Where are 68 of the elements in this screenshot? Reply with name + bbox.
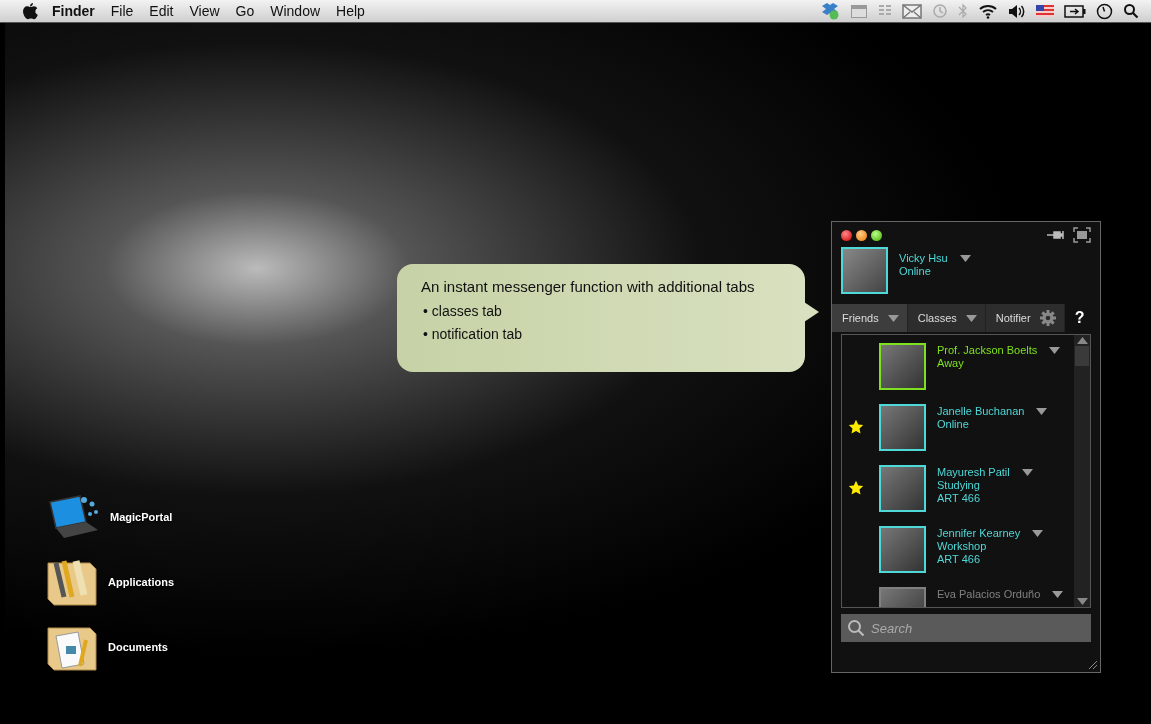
menu-item[interactable]: Edit bbox=[141, 3, 182, 19]
contact-status: Away bbox=[937, 357, 965, 370]
contact-status: Online bbox=[937, 418, 970, 431]
contact-course: ART 466 bbox=[937, 553, 981, 566]
wifi-icon[interactable] bbox=[978, 3, 998, 19]
search-field[interactable]: Search bbox=[841, 614, 1091, 642]
search-icon bbox=[847, 619, 865, 637]
resize-grip-icon[interactable] bbox=[1088, 660, 1098, 670]
flag-icon[interactable] bbox=[1036, 5, 1054, 17]
contact-name[interactable]: Eva Palacios Orduño bbox=[937, 588, 1041, 601]
desktop-icon-label[interactable]: Applications bbox=[108, 576, 174, 588]
caret-icon[interactable] bbox=[1052, 591, 1064, 598]
laptop-globe-icon[interactable] bbox=[46, 494, 100, 540]
caret-icon[interactable] bbox=[1049, 347, 1061, 354]
tab[interactable]: Friends bbox=[832, 304, 908, 332]
tab[interactable]: Classes bbox=[907, 304, 986, 332]
battery-icon[interactable] bbox=[1064, 4, 1086, 18]
caret-icon[interactable] bbox=[1036, 408, 1048, 415]
menu-item[interactable]: Go bbox=[227, 3, 263, 19]
contact-name[interactable]: Mayuresh Patil bbox=[937, 466, 1010, 479]
scroll-down-icon[interactable] bbox=[1076, 598, 1088, 605]
menu-item[interactable]: Window bbox=[262, 3, 329, 19]
user-avatar-photo[interactable] bbox=[841, 247, 888, 294]
contact-name[interactable]: Prof. Jackson Boelts bbox=[937, 344, 1038, 357]
menu-item[interactable]: View bbox=[181, 3, 228, 19]
volume-icon[interactable] bbox=[1008, 3, 1026, 19]
close-button[interactable] bbox=[841, 229, 852, 241]
user-status: Online bbox=[899, 265, 931, 277]
callout-bullet: • notification tab bbox=[423, 326, 524, 342]
menu-item[interactable]: File bbox=[102, 3, 142, 19]
clock-icon[interactable] bbox=[1096, 2, 1113, 20]
caret-icon[interactable] bbox=[1021, 469, 1033, 476]
avatar-photo[interactable] bbox=[879, 343, 926, 390]
caret-icon[interactable] bbox=[959, 255, 971, 262]
menu-item[interactable]: Help bbox=[328, 3, 373, 19]
avatar-photo[interactable] bbox=[879, 526, 926, 573]
apple-logo-icon[interactable] bbox=[22, 2, 38, 20]
contact-status: Workshop bbox=[937, 540, 988, 553]
star-icon[interactable] bbox=[848, 419, 864, 435]
scroll-up-icon[interactable] bbox=[1076, 337, 1088, 344]
desktop-icon-label[interactable]: MagicPortal bbox=[110, 511, 173, 523]
contact-status: Studying bbox=[937, 479, 981, 492]
mail-icon[interactable] bbox=[902, 3, 922, 19]
app-menu[interactable]: Finder bbox=[38, 3, 103, 19]
contact-name[interactable]: Jennifer Kearney bbox=[937, 527, 1021, 540]
settings-icon[interactable] bbox=[1039, 310, 1056, 326]
folder-pencil-icon[interactable] bbox=[46, 557, 98, 607]
fullscreen-icon[interactable] bbox=[1073, 227, 1091, 243]
user-name[interactable]: Vicky Hsu bbox=[899, 252, 948, 265]
minimize-button[interactable] bbox=[856, 229, 867, 241]
scrollbar-thumb[interactable] bbox=[1075, 346, 1089, 366]
callout-bullet: • classes tab bbox=[423, 303, 503, 319]
avatar-photo[interactable] bbox=[879, 465, 926, 512]
callout-title: An instant messenger function with additional tabs bbox=[421, 278, 756, 295]
star-icon[interactable] bbox=[848, 480, 864, 496]
scrollbar[interactable] bbox=[1074, 335, 1090, 607]
tab[interactable]: Notifier bbox=[985, 304, 1065, 332]
pin-icon[interactable] bbox=[1047, 230, 1065, 240]
caret-icon[interactable] bbox=[1032, 530, 1044, 537]
search-icon[interactable] bbox=[1123, 3, 1139, 19]
caret-icon[interactable] bbox=[965, 314, 977, 322]
desktop-icon-label[interactable]: Documents bbox=[108, 641, 168, 653]
avatar-photo[interactable] bbox=[879, 404, 926, 451]
contact-name[interactable]: Janelle Buchanan bbox=[937, 405, 1025, 418]
contact-course: ART 466 bbox=[937, 492, 981, 505]
caret-icon[interactable] bbox=[887, 314, 899, 322]
help-button[interactable]: ? bbox=[1074, 309, 1085, 327]
zoom-button[interactable] bbox=[871, 229, 882, 241]
